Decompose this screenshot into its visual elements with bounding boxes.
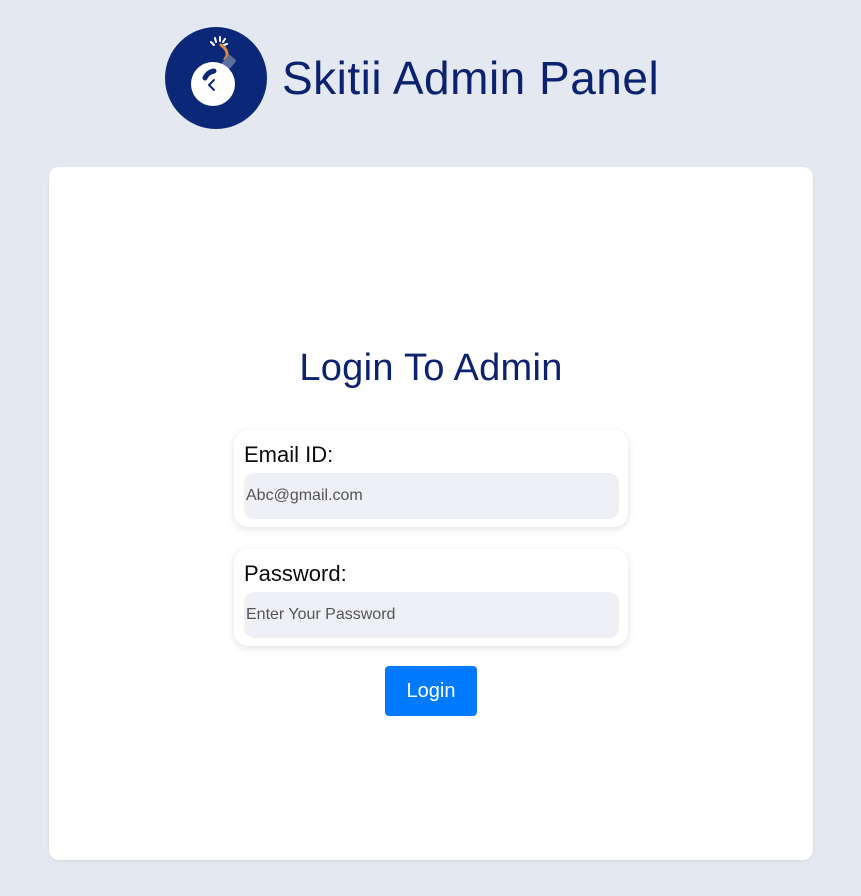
email-field-group: Email ID:: [234, 430, 628, 527]
password-input[interactable]: [244, 592, 619, 638]
password-field-group: Password:: [234, 549, 628, 646]
login-title: Login To Admin: [299, 347, 563, 389]
header: Skitii Admin Panel: [165, 27, 659, 129]
email-input[interactable]: [244, 473, 619, 519]
login-card: Login To Admin Email ID: Password: Login: [49, 167, 813, 860]
login-button[interactable]: Login: [385, 666, 477, 716]
logo: [165, 27, 267, 129]
stopwatch-bomb-icon: [191, 36, 236, 106]
app-title: Skitii Admin Panel: [282, 52, 660, 104]
password-label: Password:: [244, 561, 347, 586]
email-label: Email ID:: [244, 442, 334, 467]
